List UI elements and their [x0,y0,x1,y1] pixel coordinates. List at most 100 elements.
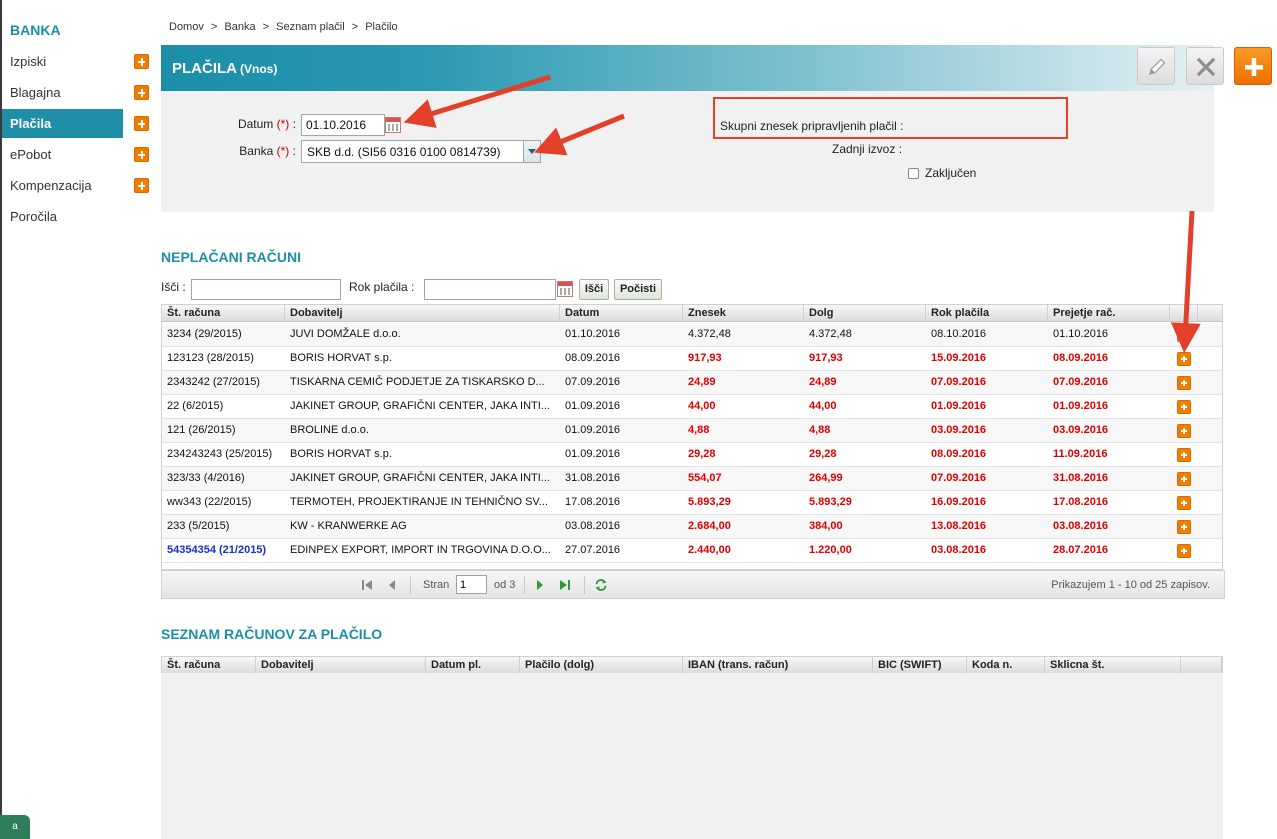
column-header-datum-pl[interactable]: Datum pl. [426,657,520,674]
cell-amount: 917,93 [688,352,722,364]
column-header-actions [1170,305,1198,322]
breadcrumb-link-seznam-placil[interactable]: Seznam plačil [276,21,344,33]
add-to-payment-plus-icon[interactable] [1177,400,1191,414]
table-header: Št. računa Dobavitelj Datum pl. Plačilo … [162,657,1222,674]
cancel-button[interactable] [1186,47,1224,85]
column-header-st-racuna[interactable]: Št. računa [162,657,256,674]
add-to-payment-plus-icon[interactable] [1177,448,1191,462]
column-header-prejetje-rac[interactable]: Prejetje rač. [1048,305,1170,322]
table-row[interactable]: 3234 (29/2015) JUVI DOMŽALE d.o.o. 01.10.2… [162,323,1222,347]
clear-button[interactable]: Počisti [614,279,662,300]
sidebar-item-blagajna[interactable]: Blagajna [2,78,123,107]
page-header: PLAČILA (Vnos) [161,45,1214,91]
zadnji-izvoz-label: Zadnji izvoz : [832,142,903,156]
column-header-st-racuna[interactable]: Št. računa [162,305,285,322]
page-number-input[interactable] [456,575,487,594]
datum-input[interactable] [301,114,385,136]
cell-invoice-number[interactable]: 54354354 (21/2015) [162,539,283,563]
column-header-sklicna-st[interactable]: Sklicna št. [1045,657,1181,674]
plus-icon[interactable] [134,116,149,131]
sidebar-item-placila[interactable]: Plačila [2,109,123,138]
required-mark: (*) [276,144,290,158]
cell-amount: 4,88 [688,424,710,436]
sidebar: BANKA Izpiski Blagajna Plačila ePobot Ko… [0,0,153,839]
add-button[interactable] [1234,47,1272,85]
sidebar-item-izpiski[interactable]: Izpiski [2,47,123,76]
cell-received-date: 01.10.2016 [1053,328,1109,340]
chevron-down-icon[interactable] [523,141,540,162]
page-count: od 3 [494,579,516,591]
annotation-highlight-box [713,97,1068,139]
banka-label-text: Banka [239,144,274,158]
add-to-payment-plus-icon[interactable] [1177,496,1191,510]
cell-due-date: 08.09.2016 [931,448,987,460]
plus-icon[interactable] [134,178,149,193]
refresh-icon[interactable] [594,578,608,592]
plus-icon[interactable] [134,147,149,162]
column-header-dolg[interactable]: Dolg [804,305,926,322]
plus-icon[interactable] [134,85,149,100]
cell-date: 07.09.2016 [565,376,621,388]
add-to-payment-plus-icon[interactable] [1177,328,1191,342]
last-page-icon[interactable] [559,579,571,591]
cell-amount: 5.893,29 [688,496,731,508]
label-colon: : [292,144,296,158]
cell-debt: 917,93 [809,352,843,364]
cell-invoice-number: 3234 (29/2015) [167,328,242,340]
banka-select[interactable]: SKB d.d. (SI56 0316 0100 0814739) [301,140,541,163]
next-page-icon[interactable] [534,579,546,591]
table-row[interactable]: ww343 (22/2015) TERMOTEH, PROJEKTIRANJE I… [162,491,1222,515]
previous-page-icon[interactable] [386,579,398,591]
breadcrumb-separator: > [210,21,218,33]
table-row[interactable]: 121 (26/2015) BROLINE d.o.o. 01.09.2016 4,8… [162,419,1222,443]
cell-received-date: 31.08.2016 [1053,472,1109,484]
add-to-payment-plus-icon[interactable] [1177,424,1191,438]
add-to-payment-plus-icon[interactable] [1177,472,1191,486]
add-to-payment-plus-icon[interactable] [1177,376,1191,390]
cell-date: 01.10.2016 [565,328,621,340]
payment-list-title: SEZNAM RAČUNOV ZA PLAČILO [161,626,383,642]
calendar-icon[interactable] [557,281,573,297]
add-to-payment-plus-icon[interactable] [1177,352,1191,366]
search-button[interactable]: Išči [579,279,609,300]
calendar-icon[interactable] [385,117,401,133]
sidebar-item-epobot[interactable]: ePobot [2,140,123,169]
column-header-rok-placila[interactable]: Rok plačila [926,305,1048,322]
table-row[interactable]: 233 (5/2015) KW - KRANWERKE AG 03.08.2016 2… [162,515,1222,539]
column-header-dobavitelj[interactable]: Dobavitelj [256,657,426,674]
plus-icon[interactable] [134,54,149,69]
due-date-input[interactable] [424,279,556,300]
column-header-znesek[interactable]: Znesek [683,305,804,322]
column-header-dobavitelj[interactable]: Dobavitelj [285,305,560,322]
column-header-iban[interactable]: IBAN (trans. račun) [683,657,873,674]
column-header-koda-n[interactable]: Koda n. [967,657,1045,674]
breadcrumb: Domov > Banka > Seznam plačil > Plačilo [169,21,402,33]
sidebar-item-porocila[interactable]: Poročila [2,202,123,231]
edit-button[interactable] [1137,47,1175,85]
column-header-placilo-dolg[interactable]: Plačilo (dolg) [520,657,683,674]
table-row[interactable]: 54354354 (21/2015) EDINPEX EXPORT, IMPORT… [162,539,1222,563]
first-page-icon[interactable] [361,579,373,591]
column-header-datum[interactable]: Datum [560,305,683,322]
cell-supplier: KW - KRANWERKE AG [290,520,407,532]
feedback-tab[interactable]: a [0,815,30,839]
table-row[interactable]: 123123 (28/2015) BORIS HORVAT s.p. 08.09.2… [162,347,1222,371]
sidebar-item-kompenzacija[interactable]: Kompenzacija [2,171,123,200]
cell-amount: 2.440,00 [688,544,731,556]
column-header-bic[interactable]: BIC (SWIFT) [873,657,967,674]
cell-invoice-number: 234243243 (25/2015) [167,448,273,460]
cell-received-date: 08.09.2016 [1053,352,1109,364]
add-to-payment-plus-icon[interactable] [1177,544,1191,558]
add-to-payment-plus-icon[interactable] [1177,520,1191,534]
pager-separator [524,576,525,594]
breadcrumb-link-domov[interactable]: Domov [169,21,204,33]
zakljucen-checkbox[interactable] [908,168,919,179]
breadcrumb-link-banka[interactable]: Banka [224,21,255,33]
cell-due-date: 15.09.2016 [931,352,987,364]
page-title: PLAČILA (Vnos) [172,60,277,77]
table-row[interactable]: 323/33 (4/2016) JAKINET GROUP, GRAFIČNI C… [162,467,1222,491]
table-row[interactable]: 22 (6/2015) JAKINET GROUP, GRAFIČNI CENTE… [162,395,1222,419]
search-input[interactable] [191,279,341,300]
table-row[interactable]: 234243243 (25/2015) BORIS HORVAT s.p. 01.0… [162,443,1222,467]
table-row[interactable]: 2343242 (27/2015) TISKARNA CEMIČ PODJETJE… [162,371,1222,395]
